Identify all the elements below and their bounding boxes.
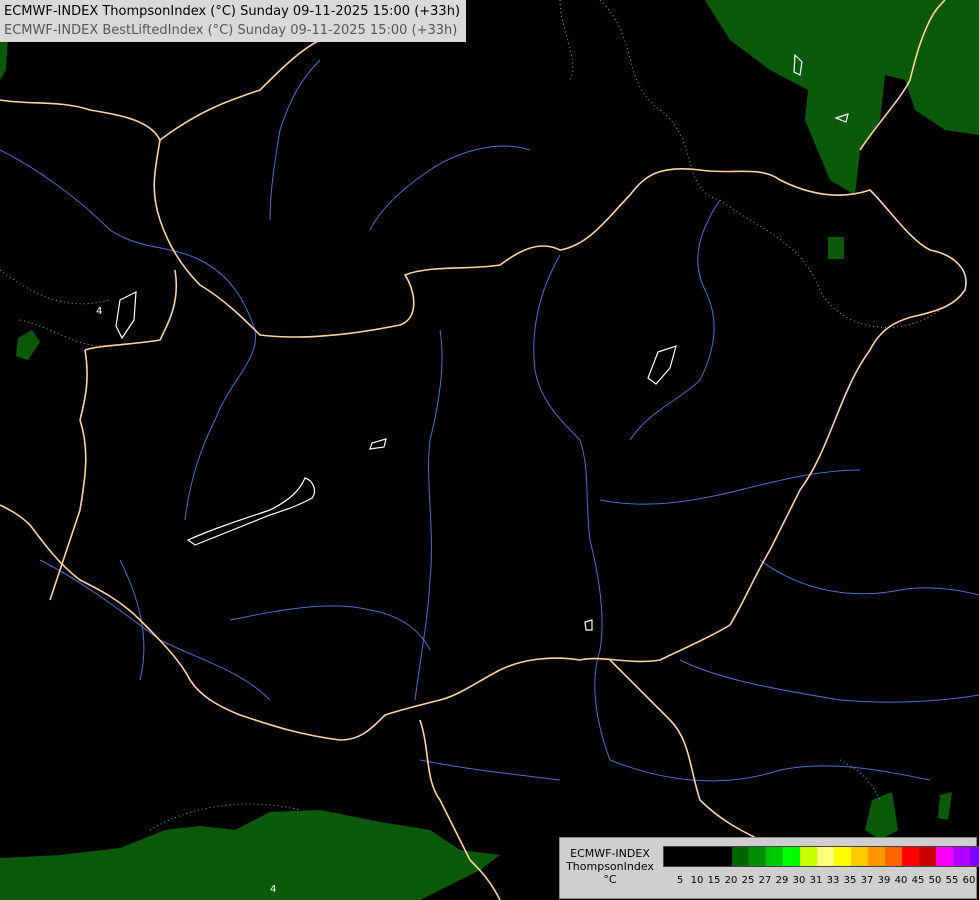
legend-swatch (698, 847, 715, 866)
legend-tick-label: 39 (877, 875, 891, 886)
legend-tick-label: 30 (792, 875, 806, 886)
legend-swatch (766, 847, 783, 866)
legend-swatch (902, 847, 919, 866)
contour-label: 4 (270, 884, 276, 895)
legend-swatch (953, 847, 970, 866)
fill-east-small (828, 237, 844, 259)
legend-tick-label: 55 (945, 875, 959, 886)
legend-ticks: 5 10 15 20 25 27 29 30 31 33 35 37 39 40 45 50 55 60 (672, 875, 978, 887)
legend-tick-label: 20 (724, 875, 738, 886)
legend-tick-label: 27 (758, 875, 772, 886)
map-title-primary: ECMWF-INDEX ThompsonIndex (°C) Sunday 09… (4, 4, 461, 19)
legend-swatch (715, 847, 732, 866)
legend-tick-label: 37 (860, 875, 874, 886)
legend-tick-label: 60 (962, 875, 976, 886)
weather-map: 4 4 (0, 0, 979, 900)
legend-tick-label: 35 (843, 875, 857, 886)
legend-tick-label: 40 (894, 875, 908, 886)
legend-swatch (749, 847, 766, 866)
legend-swatch (664, 847, 681, 866)
legend-tick-label: 45 (911, 875, 925, 886)
legend-title-unit: °C (603, 873, 617, 886)
legend-swatch (936, 847, 953, 866)
color-legend: ECMWF-INDEX ThompsonIndex °C 5 10 15 20 25 27… (559, 837, 979, 899)
legend-tick-label: 10 (690, 875, 704, 886)
legend-swatch (681, 847, 698, 866)
legend-swatch (919, 847, 936, 866)
legend-swatch (868, 847, 885, 866)
legend-tick-label: 15 (707, 875, 721, 886)
legend-swatch (783, 847, 800, 866)
legend-swatch (800, 847, 817, 866)
legend-tick-label: 29 (775, 875, 789, 886)
legend-swatch (834, 847, 851, 866)
legend-swatches (663, 846, 979, 867)
legend-tick-label: 25 (741, 875, 755, 886)
legend-swatch (732, 847, 749, 866)
map-title-box: ECMWF-INDEX ThompsonIndex (°C) Sunday 09… (0, 0, 467, 42)
legend-title-model: ECMWF-INDEX (570, 847, 650, 860)
legend-swatch (885, 847, 902, 866)
legend-tick-label: 31 (809, 875, 823, 886)
legend-tick-label: 5 (676, 875, 684, 886)
legend-swatch (970, 847, 979, 866)
legend-title: ECMWF-INDEX ThompsonIndex °C (560, 847, 660, 886)
map-title-secondary: ECMWF-INDEX BestLiftedIndex (°C) Sunday … (4, 23, 458, 38)
legend-swatch (851, 847, 868, 866)
legend-tick-label: 33 (826, 875, 840, 886)
legend-swatch (817, 847, 834, 866)
legend-title-parameter: ThompsonIndex (566, 860, 654, 873)
legend-tick-label: 50 (928, 875, 942, 886)
contour-label: 4 (96, 306, 102, 317)
